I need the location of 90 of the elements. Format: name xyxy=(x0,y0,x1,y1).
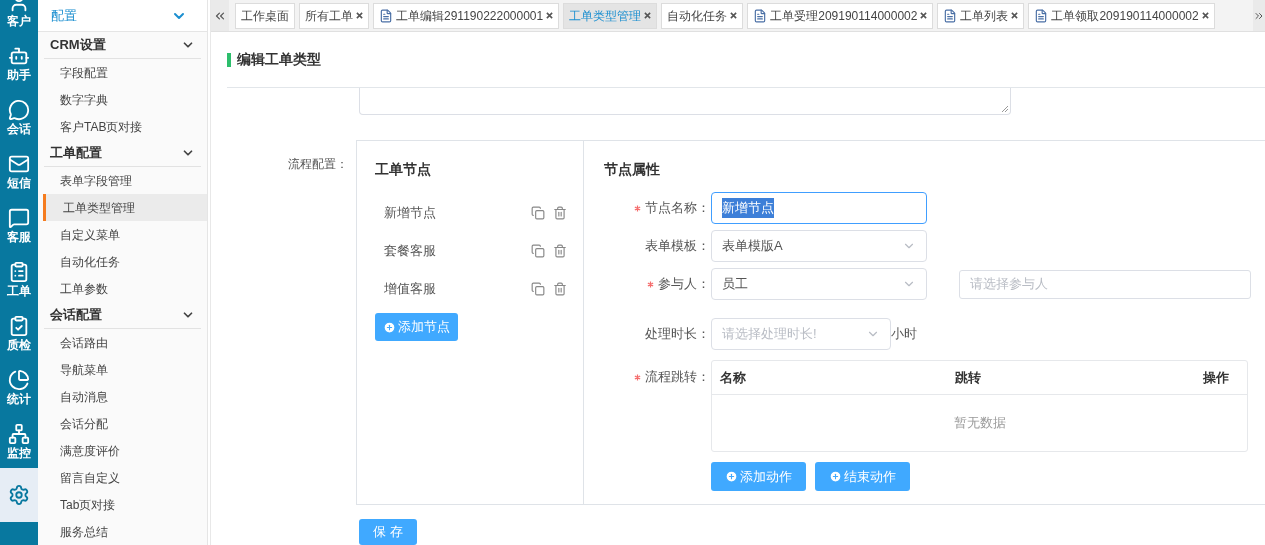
sidebar-item[interactable]: Tab页对接 xyxy=(38,491,207,518)
envelope-icon xyxy=(8,153,30,175)
sidebar-item[interactable]: 客户TAB页对接 xyxy=(38,113,207,140)
panel-title: 节点属性 xyxy=(604,160,661,179)
close-icon[interactable] xyxy=(356,12,363,19)
sidebar-item[interactable]: 留言自定义 xyxy=(38,464,207,491)
close-icon[interactable] xyxy=(644,12,652,19)
node-item[interactable]: 新增节点 xyxy=(384,203,436,223)
textarea-field[interactable] xyxy=(359,88,1011,115)
field-label: 流程跳转： xyxy=(604,360,711,387)
unit-label: 小时 xyxy=(891,325,917,344)
scroll-left-button[interactable] xyxy=(211,0,229,31)
column-header: 操作 xyxy=(1202,368,1230,387)
clipboard-check-icon xyxy=(8,315,30,337)
trash-icon[interactable] xyxy=(553,244,567,258)
title-accent xyxy=(227,52,231,67)
field-label: 参与人： xyxy=(604,274,711,294)
rail-item[interactable]: 质检 xyxy=(0,306,38,360)
node-item[interactable]: 套餐客服 xyxy=(384,241,436,261)
rail-item[interactable]: 工单 xyxy=(0,252,38,306)
document-icon xyxy=(753,8,768,23)
rail-item[interactable]: 会话 xyxy=(0,90,38,144)
close-icon[interactable] xyxy=(546,12,554,19)
group-header[interactable]: 工单配置 xyxy=(44,140,201,167)
close-icon[interactable] xyxy=(1011,12,1019,19)
plus-circle-icon xyxy=(829,470,842,483)
sidebar-item[interactable]: 服务总结 xyxy=(38,518,207,545)
input-field[interactable]: 新增节点 xyxy=(711,192,927,224)
rail-item[interactable]: 短信 xyxy=(0,144,38,198)
field-label: 节点名称： xyxy=(604,198,711,218)
select-field[interactable]: 表单模版A xyxy=(711,230,927,262)
select-field[interactable]: 员工 xyxy=(711,268,927,300)
scroll-right-button[interactable] xyxy=(1253,0,1265,31)
rail-item[interactable]: 客户 xyxy=(0,0,38,36)
panel-title: 工单节点 xyxy=(375,160,432,179)
sidebar-item[interactable]: 会话分配 xyxy=(38,410,207,437)
tab[interactable]: 工单编辑291190222000001 xyxy=(373,2,560,29)
chat-bubbles-icon xyxy=(8,99,30,121)
trash-icon[interactable] xyxy=(553,206,567,220)
group-header[interactable]: CRM设置 xyxy=(44,32,201,59)
close-icon[interactable] xyxy=(1201,12,1209,19)
network-icon xyxy=(8,423,30,445)
sidebar-item[interactable]: 工单类型管理 xyxy=(43,194,207,221)
plus-circle-icon xyxy=(725,470,738,483)
page-title: 编辑工单类型 xyxy=(237,50,321,69)
document-icon xyxy=(943,8,958,23)
sidebar-item[interactable]: 工单参数 xyxy=(38,275,207,302)
sidebar-item[interactable]: 会话路由 xyxy=(38,329,207,356)
copy-icon[interactable] xyxy=(531,206,545,220)
pie-chart-icon xyxy=(8,369,30,391)
tab[interactable]: 工作桌面 xyxy=(235,2,295,29)
copy-icon[interactable] xyxy=(531,282,545,296)
tab[interactable]: 自动化任务 xyxy=(661,2,744,29)
sidebar-item[interactable]: 导航菜单 xyxy=(38,356,207,383)
document-icon xyxy=(379,8,393,23)
settings-icon xyxy=(8,484,30,506)
sidebar-header[interactable]: 配置 xyxy=(51,5,77,26)
field-label: 表单模板： xyxy=(644,237,711,256)
sidebar-item[interactable]: 自动化任务 xyxy=(38,248,207,275)
sidebar-item[interactable]: 表单字段管理 xyxy=(38,167,207,194)
trash-icon[interactable] xyxy=(553,282,567,296)
sidebar-item[interactable]: 自动消息 xyxy=(38,383,207,410)
tab[interactable]: 工单列表 xyxy=(937,2,1025,29)
resize-handle-icon xyxy=(1001,105,1009,113)
close-icon[interactable] xyxy=(730,12,738,19)
rail-item[interactable]: 统计 xyxy=(0,360,38,414)
tab[interactable]: 工单受理209190114000002 xyxy=(747,2,934,29)
plus-circle-icon xyxy=(383,320,396,334)
sidebar-item[interactable]: 字段配置 xyxy=(38,59,207,86)
rail-item[interactable]: 助手 xyxy=(0,36,38,90)
clipboard-list-icon xyxy=(8,261,30,283)
tab[interactable]: 工单领取209190114000002 xyxy=(1028,2,1215,29)
tab[interactable]: 所有工单 xyxy=(299,2,369,29)
rail-item[interactable]: 监控 xyxy=(0,414,38,468)
empty-message: 暂无数据 xyxy=(953,414,1006,433)
sidebar-item[interactable]: 满意度评价 xyxy=(38,437,207,464)
copy-icon[interactable] xyxy=(531,244,545,258)
rail-item[interactable]: 客服 xyxy=(0,198,38,252)
close-icon[interactable] xyxy=(920,12,928,19)
robot-icon xyxy=(8,45,30,67)
node-item[interactable]: 增值客服 xyxy=(384,279,436,299)
document-icon xyxy=(1034,8,1049,23)
column-header: 名称 xyxy=(720,368,747,387)
field-label: 流程配置： xyxy=(288,157,348,171)
sidebar-item[interactable]: 自定义菜单 xyxy=(38,221,207,248)
group-header[interactable]: 会话配置 xyxy=(44,302,201,329)
field-label: 处理时长： xyxy=(644,325,711,344)
sidebar-item[interactable]: 数字字典 xyxy=(38,86,207,113)
column-header: 跳转 xyxy=(954,368,982,387)
chat-dots-icon xyxy=(8,207,30,229)
